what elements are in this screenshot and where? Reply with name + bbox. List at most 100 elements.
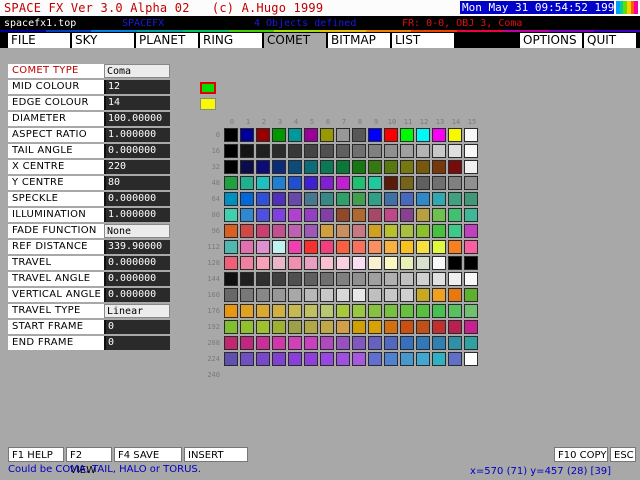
- palette-colour-cell[interactable]: [304, 160, 318, 174]
- palette-colour-cell[interactable]: [400, 256, 414, 270]
- palette-colour-cell[interactable]: [320, 240, 334, 254]
- palette-colour-cell[interactable]: [288, 272, 302, 286]
- palette-colour-cell[interactable]: [272, 208, 286, 222]
- palette-colour-cell[interactable]: [224, 272, 238, 286]
- palette-colour-cell[interactable]: [368, 160, 382, 174]
- palette-colour-cell[interactable]: [400, 160, 414, 174]
- palette-colour-cell[interactable]: [400, 288, 414, 302]
- menu-bitmap[interactable]: BITMAP: [328, 33, 390, 48]
- palette-colour-cell[interactable]: [432, 224, 446, 238]
- palette-colour-cell[interactable]: [416, 320, 430, 334]
- f2-view-button[interactable]: F2 VIEW: [66, 447, 112, 476]
- palette-colour-cell[interactable]: [400, 304, 414, 318]
- palette-colour-cell[interactable]: [256, 192, 270, 206]
- palette-colour-cell[interactable]: [224, 256, 238, 270]
- palette-colour-cell[interactable]: [336, 240, 350, 254]
- palette-colour-cell[interactable]: [384, 160, 398, 174]
- palette-colour-cell[interactable]: [272, 352, 286, 366]
- palette-colour-cell[interactable]: [320, 272, 334, 286]
- insert-button[interactable]: INSERT: [184, 447, 248, 462]
- menu-sky[interactable]: SKY: [72, 33, 134, 48]
- palette-colour-cell[interactable]: [368, 240, 382, 254]
- palette-colour-cell[interactable]: [256, 336, 270, 350]
- palette-colour-cell[interactable]: [320, 288, 334, 302]
- palette-colour-cell[interactable]: [320, 128, 334, 142]
- palette-colour-cell[interactable]: [320, 192, 334, 206]
- palette-colour-cell[interactable]: [288, 336, 302, 350]
- palette-colour-cell[interactable]: [320, 208, 334, 222]
- palette-colour-cell[interactable]: [288, 320, 302, 334]
- property-value-field[interactable]: None: [104, 224, 170, 238]
- palette-colour-cell[interactable]: [448, 208, 462, 222]
- palette-colour-cell[interactable]: [256, 320, 270, 334]
- palette-colour-cell[interactable]: [304, 128, 318, 142]
- palette-colour-cell[interactable]: [384, 336, 398, 350]
- palette-colour-cell[interactable]: [240, 176, 254, 190]
- palette-colour-cell[interactable]: [288, 208, 302, 222]
- palette-colour-cell[interactable]: [464, 272, 478, 286]
- palette-colour-cell[interactable]: [320, 256, 334, 270]
- palette-colour-cell[interactable]: [448, 304, 462, 318]
- property-value-field[interactable]: 14: [104, 96, 170, 110]
- palette-colour-cell[interactable]: [448, 192, 462, 206]
- palette-colour-cell[interactable]: [416, 288, 430, 302]
- palette-colour-cell[interactable]: [384, 256, 398, 270]
- palette-colour-cell[interactable]: [240, 288, 254, 302]
- palette-colour-cell[interactable]: [448, 144, 462, 158]
- palette-colour-cell[interactable]: [320, 336, 334, 350]
- palette-colour-cell[interactable]: [336, 272, 350, 286]
- property-value-field[interactable]: 220: [104, 160, 170, 174]
- palette-colour-cell[interactable]: [240, 272, 254, 286]
- palette-colour-cell[interactable]: [416, 336, 430, 350]
- palette-colour-cell[interactable]: [256, 352, 270, 366]
- palette-colour-cell[interactable]: [256, 272, 270, 286]
- palette-colour-cell[interactable]: [352, 256, 366, 270]
- palette-colour-cell[interactable]: [416, 176, 430, 190]
- palette-colour-cell[interactable]: [224, 304, 238, 318]
- palette-colour-cell[interactable]: [304, 208, 318, 222]
- palette-colour-cell[interactable]: [432, 144, 446, 158]
- palette-colour-cell[interactable]: [432, 128, 446, 142]
- palette-colour-cell[interactable]: [304, 256, 318, 270]
- palette-colour-cell[interactable]: [288, 128, 302, 142]
- palette-colour-cell[interactable]: [272, 192, 286, 206]
- palette-colour-cell[interactable]: [448, 320, 462, 334]
- palette-colour-cell[interactable]: [400, 144, 414, 158]
- property-value-field[interactable]: 80: [104, 176, 170, 190]
- palette-colour-cell[interactable]: [400, 352, 414, 366]
- palette-colour-cell[interactable]: [384, 304, 398, 318]
- palette-colour-cell[interactable]: [368, 288, 382, 302]
- palette-colour-cell[interactable]: [240, 128, 254, 142]
- palette-colour-cell[interactable]: [320, 224, 334, 238]
- palette-colour-cell[interactable]: [240, 144, 254, 158]
- esc-button[interactable]: ESC: [610, 447, 636, 462]
- palette-colour-cell[interactable]: [416, 256, 430, 270]
- palette-colour-cell[interactable]: [400, 224, 414, 238]
- palette-colour-cell[interactable]: [320, 144, 334, 158]
- palette-colour-cell[interactable]: [448, 256, 462, 270]
- palette-colour-cell[interactable]: [464, 288, 478, 302]
- palette-colour-cell[interactable]: [352, 272, 366, 286]
- palette-colour-cell[interactable]: [288, 176, 302, 190]
- palette-colour-cell[interactable]: [448, 224, 462, 238]
- palette-colour-cell[interactable]: [224, 320, 238, 334]
- palette-colour-cell[interactable]: [464, 336, 478, 350]
- palette-colour-cell[interactable]: [432, 320, 446, 334]
- palette-colour-cell[interactable]: [224, 352, 238, 366]
- palette-colour-cell[interactable]: [464, 352, 478, 366]
- property-value-field[interactable]: 0: [104, 320, 170, 334]
- palette-colour-cell[interactable]: [272, 336, 286, 350]
- f1-help-button[interactable]: F1 HELP: [8, 447, 64, 462]
- palette-colour-cell[interactable]: [272, 320, 286, 334]
- palette-colour-cell[interactable]: [224, 224, 238, 238]
- palette-colour-cell[interactable]: [432, 176, 446, 190]
- palette-colour-cell[interactable]: [288, 256, 302, 270]
- palette-colour-cell[interactable]: [416, 128, 430, 142]
- palette-colour-cell[interactable]: [368, 320, 382, 334]
- palette-colour-cell[interactable]: [448, 176, 462, 190]
- palette-colour-cell[interactable]: [416, 208, 430, 222]
- palette-colour-cell[interactable]: [320, 176, 334, 190]
- palette-colour-cell[interactable]: [304, 240, 318, 254]
- palette-colour-cell[interactable]: [304, 288, 318, 302]
- palette-colour-cell[interactable]: [416, 304, 430, 318]
